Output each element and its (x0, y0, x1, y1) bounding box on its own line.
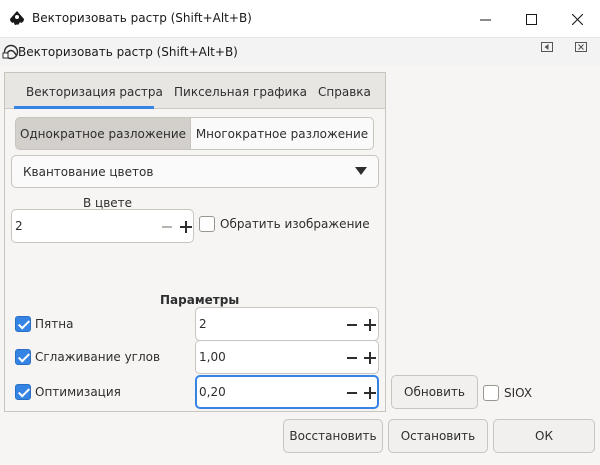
tab-trace-bitmap[interactable]: Векторизация растра (26, 85, 163, 99)
maximize-icon (525, 13, 537, 25)
ok-button[interactable]: ОК (493, 419, 595, 453)
multiple-scans-toggle[interactable]: Многократное разложение (190, 117, 374, 150)
invert-checkbox[interactable] (199, 216, 215, 232)
optimize-increment-icon[interactable] (364, 387, 376, 399)
speckles-checkbox[interactable] (15, 316, 31, 332)
optimize-decrement-icon[interactable] (347, 392, 357, 394)
window-title: Векторизовать растр (Shift+Alt+B) (32, 11, 252, 25)
invert-label: Обратить изображение (220, 217, 370, 231)
update-preview-button[interactable]: Обновить (391, 375, 478, 409)
optimize-value[interactable]: 0,20 (199, 385, 226, 399)
colors-value[interactable]: 2 (15, 219, 23, 233)
smooth-corners-checkbox[interactable] (15, 349, 31, 365)
colors-increment-icon[interactable] (180, 221, 192, 233)
close-button[interactable] (554, 0, 600, 38)
optimize-label: Оптимизация (35, 385, 121, 399)
optimize-checkbox[interactable] (15, 384, 31, 400)
dock-iconify-button[interactable] (539, 40, 555, 54)
smooth-corners-spinbutton[interactable]: 1,00 (195, 340, 379, 374)
chevron-down-icon (355, 167, 367, 175)
dock-title: Векторизовать растр (Shift+Alt+B) (18, 45, 238, 59)
parameters-heading: Параметры (160, 293, 240, 307)
speckles-spinbutton[interactable]: 2 (195, 307, 379, 341)
dock-iconify-icon (541, 42, 553, 52)
smooth-corners-decrement-icon[interactable] (347, 357, 357, 359)
detection-mode-value: Квантование цветов (23, 165, 154, 179)
close-icon (571, 13, 583, 25)
minimize-button[interactable] (462, 0, 508, 38)
siox-checkbox[interactable] (483, 385, 499, 401)
speckles-value[interactable]: 2 (199, 317, 207, 331)
tab-pixel-art[interactable]: Пиксельная графика (174, 85, 307, 99)
smooth-corners-label: Сглаживание углов (35, 350, 161, 364)
window-titlebar: Векторизовать растр (Shift+Alt+B) (0, 0, 600, 38)
minimize-icon (479, 19, 491, 20)
colors-label: В цвете (83, 196, 133, 210)
speckles-decrement-icon[interactable] (347, 324, 357, 326)
active-tab-indicator (14, 106, 154, 109)
inkscape-app-icon (10, 11, 24, 26)
colors-decrement-icon[interactable] (162, 226, 172, 228)
tab-help[interactable]: Справка (318, 85, 371, 99)
speckles-increment-icon[interactable] (364, 319, 376, 331)
dock-close-icon (575, 42, 587, 52)
dock-close-button[interactable] (573, 40, 589, 54)
stop-button[interactable]: Остановить (388, 419, 488, 453)
siox-label: SIOX (504, 386, 533, 400)
detection-mode-dropdown[interactable]: Квантование цветов (11, 155, 379, 188)
speckles-label: Пятна (35, 317, 74, 331)
reset-button[interactable]: Восстановить (283, 419, 383, 453)
smooth-corners-value[interactable]: 1,00 (199, 350, 226, 364)
maximize-button[interactable] (508, 0, 554, 38)
colors-spinbutton[interactable]: 2 (11, 209, 194, 243)
single-scan-toggle[interactable]: Однократное разложение (15, 117, 191, 150)
optimize-spinbutton[interactable]: 0,20 (195, 375, 379, 409)
smooth-corners-increment-icon[interactable] (364, 352, 376, 364)
